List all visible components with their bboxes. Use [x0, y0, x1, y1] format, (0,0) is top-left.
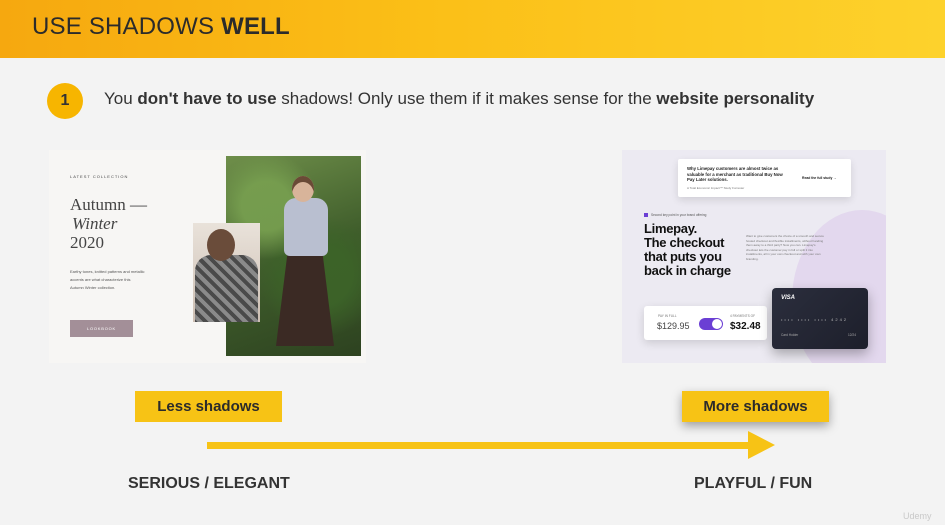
study-card-text: Why Limepay customers are almost twice a… — [687, 166, 783, 182]
payment-toggle — [699, 318, 723, 330]
example-kicker: LATEST COLLECTION — [70, 174, 129, 179]
scale-arrow-line — [207, 442, 752, 449]
slide-header: USE SHADOWS WELL — [0, 0, 945, 58]
point-number-badge: 1 — [47, 83, 83, 119]
card-number: •••• •••• •••• 4242 — [781, 317, 849, 322]
card-holder: Card Holder — [781, 333, 799, 337]
scale-right-label: PLAYFUL / FUN — [694, 475, 813, 492]
example-description: Earthy tones, knitted patterns and metal… — [70, 269, 145, 290]
point-text: You don't have to use shadows! Only use … — [104, 89, 815, 108]
installments-amount: $32.48 — [730, 321, 761, 332]
udemy-watermark: Udemy — [903, 511, 932, 521]
scale-left-label: SERIOUS / ELEGANT — [128, 475, 290, 492]
photo-figure-head — [292, 176, 314, 202]
limepay-paragraph: Want to give customers the choice of a s… — [746, 234, 824, 261]
slide-title: USE SHADOWS WELL — [32, 13, 290, 40]
card-expiry: 12/24 — [848, 333, 856, 337]
pay-full-amount: $129.95 — [657, 321, 690, 331]
study-card-link: Read the full study → — [802, 176, 837, 180]
study-card-source: A Total Economic Impact™ Study Forrester — [687, 186, 745, 190]
model-photo-small — [193, 223, 260, 322]
example-title: Autumn — Winter 2020 — [70, 195, 147, 252]
more-shadows-label: More shadows — [682, 391, 829, 422]
lookbook-button: LOOKBOOK — [70, 320, 133, 337]
study-card: Why Limepay customers are almost twice a… — [678, 159, 851, 197]
credit-card-visual: VISA •••• •••• •••• 4242 Card Holder 12/… — [772, 288, 868, 349]
installments-label: 4 PAYMENTS OF — [730, 314, 756, 318]
less-shadows-example: LATEST COLLECTION Autumn — Winter 2020 E… — [49, 150, 366, 363]
more-shadows-example: Why Limepay customers are almost twice a… — [622, 150, 886, 363]
scale-arrow-head-icon — [748, 431, 775, 459]
card-brand: VISA — [781, 295, 796, 301]
limepay-kicker: Second key point in your brand offering — [644, 213, 706, 217]
photo-figure-coat — [195, 255, 258, 322]
photo-figure-skirt — [276, 252, 334, 346]
photo-figure-head-small — [207, 229, 235, 261]
pay-full-label: PAY IN FULL — [658, 314, 677, 318]
payment-option-card: PAY IN FULL $129.95 4 PAYMENTS OF $32.48 — [644, 306, 767, 340]
limepay-headline: Limepay. The checkout that puts you back… — [644, 221, 731, 278]
photo-figure-body — [284, 198, 328, 256]
less-shadows-label: Less shadows — [135, 391, 282, 422]
